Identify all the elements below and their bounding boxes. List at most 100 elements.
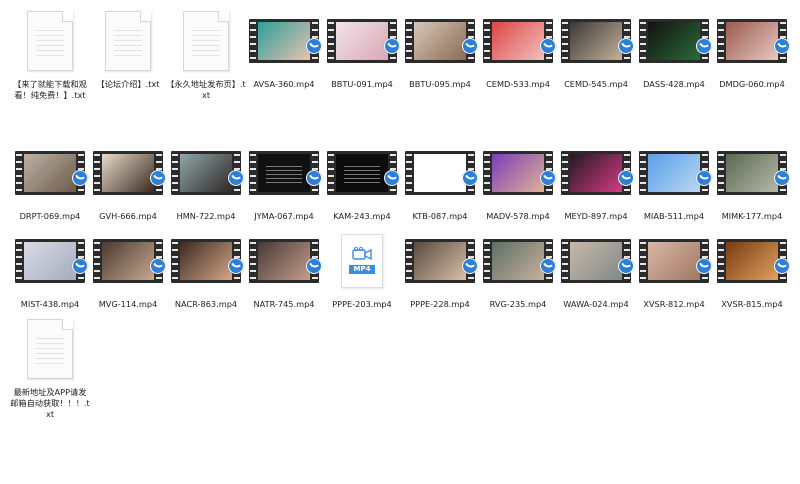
video-thumbnail [717, 151, 790, 195]
file-label: MIMK-177.mp4 [721, 211, 783, 221]
file-icon-wrap [482, 8, 556, 74]
file-label: WAWA-024.mp4 [563, 299, 629, 309]
file-item-[interactable]: 【永久地址发布页】.txt [166, 8, 246, 101]
file-label: BBTU-091.mp4 [331, 79, 393, 89]
file-label: GVH-666.mp4 [99, 211, 157, 221]
file-item-mist-438[interactable]: MIST-438.mp4 [12, 228, 88, 310]
play-badge-icon [72, 258, 88, 274]
file-icon-wrap: MP4 [326, 228, 398, 294]
play-badge-icon [462, 258, 478, 274]
play-badge-icon [306, 258, 322, 274]
file-item-[interactable]: 【来了就能下载和观看！纯免费！】.txt [12, 8, 88, 101]
file-item-nacr-863[interactable]: NACR-863.mp4 [168, 228, 244, 310]
file-item-gvh-666[interactable]: GVH-666.mp4 [90, 140, 166, 222]
file-label: JYMA-067.mp4 [254, 211, 314, 221]
video-thumbnail [561, 239, 634, 283]
file-item-app[interactable]: 最新地址及APP请发邮箱自动获取！！！.txt [10, 316, 90, 420]
file-label: RVG-235.mp4 [489, 299, 547, 309]
video-thumbnail [483, 151, 556, 195]
file-label: XVSR-812.mp4 [643, 299, 705, 309]
file-item-pppe-203[interactable]: MP4 PPPE-203.mp4 [324, 228, 400, 310]
file-label: 【来了就能下载和观看！纯免费！】.txt [13, 79, 87, 100]
file-item-wawa-024[interactable]: WAWA-024.mp4 [558, 228, 634, 310]
file-item-ktb-087[interactable]: KTB-087.mp4 [402, 140, 478, 222]
file-icon-wrap [326, 140, 400, 206]
file-label: MADV-578.mp4 [486, 211, 550, 221]
file-icon-wrap [170, 228, 244, 294]
file-icon-wrap [248, 228, 322, 294]
file-item-meyd-897[interactable]: MEYD-897.mp4 [558, 140, 634, 222]
play-badge-icon [774, 170, 790, 186]
file-item-[interactable]: 【论坛介绍】.txt [90, 8, 166, 90]
video-thumbnail [171, 239, 244, 283]
file-label: CEMD-545.mp4 [564, 79, 628, 89]
file-item-xvsr-815[interactable]: XVSR-815.mp4 [714, 228, 790, 310]
file-item-natr-745[interactable]: NATR-745.mp4 [246, 228, 322, 310]
file-item-mvg-114[interactable]: MVG-114.mp4 [90, 228, 166, 310]
play-badge-icon [306, 170, 322, 186]
file-item-cemd-545[interactable]: CEMD-545.mp4 [558, 8, 634, 90]
file-item-xvsr-812[interactable]: XVSR-812.mp4 [636, 228, 712, 310]
file-label: 【论坛介绍】.txt [96, 79, 160, 89]
file-item-avsa-360[interactable]: AVSA-360.mp4 [246, 8, 322, 90]
file-label: NACR-863.mp4 [174, 299, 238, 309]
play-badge-icon [696, 258, 712, 274]
file-item-jyma-067[interactable]: JYMA-067.mp4 [246, 140, 322, 222]
text-document-icon [105, 11, 151, 71]
file-icon-wrap [560, 228, 634, 294]
file-item-miab-511[interactable]: MIAB-511.mp4 [636, 140, 712, 222]
file-label: MVG-114.mp4 [98, 299, 158, 309]
video-thumbnail [639, 239, 712, 283]
file-label: XVSR-815.mp4 [721, 299, 783, 309]
play-badge-icon [150, 258, 166, 274]
video-thumbnail [561, 151, 634, 195]
play-badge-icon [306, 38, 322, 54]
video-thumbnail [171, 151, 244, 195]
file-icon-wrap [482, 228, 556, 294]
file-icon-wrap [716, 228, 790, 294]
video-thumbnail [717, 239, 790, 283]
video-thumbnail [405, 19, 478, 63]
file-icon-wrap [638, 228, 712, 294]
file-item-mimk-177[interactable]: MIMK-177.mp4 [714, 140, 790, 222]
video-thumbnail [561, 19, 634, 63]
file-label: CEMD-533.mp4 [486, 79, 550, 89]
file-item-drpt-069[interactable]: DRPT-069.mp4 [12, 140, 88, 222]
file-icon-wrap [404, 8, 478, 74]
file-icon-wrap [482, 140, 556, 206]
video-thumbnail [93, 151, 166, 195]
file-label: KTB-087.mp4 [412, 211, 468, 221]
file-grid: 【来了就能下载和观看！纯免费！】.txt 【论坛介绍】.txt 【永久地址发布页… [0, 0, 800, 484]
file-icon-wrap [92, 228, 166, 294]
play-badge-icon [618, 38, 634, 54]
file-item-dmdg-060[interactable]: DMDG-060.mp4 [714, 8, 790, 90]
video-thumbnail [249, 19, 322, 63]
file-icon-wrap [14, 228, 88, 294]
play-badge-icon [462, 170, 478, 186]
file-item-cemd-533[interactable]: CEMD-533.mp4 [480, 8, 556, 90]
file-icon-wrap [716, 140, 790, 206]
play-badge-icon [540, 170, 556, 186]
video-thumbnail [717, 19, 790, 63]
video-thumbnail [639, 151, 712, 195]
file-item-pppe-228[interactable]: PPPE-228.mp4 [402, 228, 478, 310]
file-label: DMDG-060.mp4 [719, 79, 785, 89]
file-icon-wrap [170, 8, 242, 74]
video-thumbnail [15, 151, 88, 195]
file-item-bbtu-091[interactable]: BBTU-091.mp4 [324, 8, 400, 90]
file-item-kam-243[interactable]: KAM-243.mp4 [324, 140, 400, 222]
text-document-icon [183, 11, 229, 71]
file-item-dass-428[interactable]: DASS-428.mp4 [636, 8, 712, 90]
play-badge-icon [150, 170, 166, 186]
file-item-madv-578[interactable]: MADV-578.mp4 [480, 140, 556, 222]
play-badge-icon [774, 258, 790, 274]
file-icon-wrap [638, 140, 712, 206]
file-item-bbtu-095[interactable]: BBTU-095.mp4 [402, 8, 478, 90]
video-thumbnail [93, 239, 166, 283]
file-icon-wrap [560, 8, 634, 74]
file-item-rvg-235[interactable]: RVG-235.mp4 [480, 228, 556, 310]
play-badge-icon [384, 170, 400, 186]
file-label: MIAB-511.mp4 [643, 211, 705, 221]
file-item-hmn-722[interactable]: HMN-722.mp4 [168, 140, 244, 222]
video-thumbnail [249, 151, 322, 195]
